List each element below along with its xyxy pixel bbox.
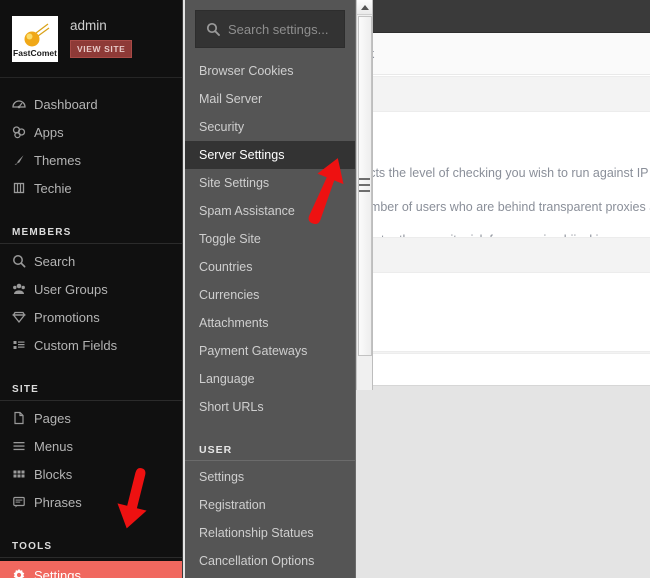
settings-item-countries[interactable]: Countries xyxy=(185,253,355,281)
setting-row-title: eck xyxy=(354,33,650,75)
settings-item-payment-gateways[interactable]: Payment Gateways xyxy=(185,337,355,365)
sidebar-section-site: SITE xyxy=(0,371,182,401)
settings-item-toggle-site[interactable]: Toggle Site xyxy=(185,225,355,253)
dashboard-icon xyxy=(12,97,34,111)
menu-icon xyxy=(12,439,34,453)
scroll-up-button[interactable] xyxy=(357,0,372,15)
sidebar-item-blocks[interactable]: Blocks xyxy=(0,460,182,488)
settings-form-sheet: eck flects the level of checking you wis… xyxy=(354,33,650,387)
form-band-2 xyxy=(370,237,650,273)
sidebar-item-themes[interactable]: Themes xyxy=(0,146,182,174)
settings-search-box[interactable] xyxy=(195,10,404,48)
sidebar-section-tools: TOOLS xyxy=(0,528,182,558)
brush-icon xyxy=(12,153,34,167)
brand-text-block: admin VIEW SITE xyxy=(70,18,133,58)
settings-search-wrap xyxy=(185,0,404,48)
techie-icon xyxy=(12,181,34,195)
sidebar-item-phrases[interactable]: Phrases xyxy=(0,488,182,516)
search-input[interactable] xyxy=(228,21,404,37)
sidebar-spacer-top xyxy=(0,78,182,90)
view-site-button[interactable]: VIEW SITE xyxy=(70,39,133,58)
sidebar-item-menus[interactable]: Menus xyxy=(0,432,182,460)
list-icon xyxy=(12,338,34,352)
sidebar-item-search[interactable]: Search xyxy=(0,247,182,275)
phrases-icon xyxy=(12,495,34,509)
settings-panel: Browser Cookies Mail Server Security Ser… xyxy=(185,0,404,578)
sidebar-item-label: Phrases xyxy=(34,494,82,510)
settings-list: Browser Cookies Mail Server Security Ser… xyxy=(185,57,355,575)
settings-item-browser-cookies[interactable]: Browser Cookies xyxy=(185,57,355,85)
brand-block: FastComet admin VIEW SITE xyxy=(0,0,182,78)
main-sidebar: FastComet admin VIEW SITE Dashboard Apps xyxy=(0,0,183,578)
fastcomet-comet-logo: FastComet xyxy=(12,15,58,62)
drag-grip-icon[interactable] xyxy=(359,178,370,192)
search-icon xyxy=(12,254,34,268)
sidebar-item-label: Menus xyxy=(34,438,74,454)
content-footer-area xyxy=(370,385,650,578)
sidebar-item-label: Promotions xyxy=(34,309,100,325)
setting-description-2: number of users who are behind transpare… xyxy=(356,200,650,214)
sidebar-item-label: Dashboard xyxy=(34,96,98,112)
panel-spacer xyxy=(185,421,355,435)
settings-item-registration[interactable]: Registration xyxy=(185,491,355,519)
setting-description-1: flects the level of checking you wish to… xyxy=(356,166,650,180)
svg-text:FastComet: FastComet xyxy=(13,48,57,58)
sidebar-section-members: MEMBERS xyxy=(0,214,182,244)
sidebar-item-label: Techie xyxy=(34,180,72,196)
settings-item-relationship-statues[interactable]: Relationship Statues xyxy=(185,519,355,547)
sidebar-item-label: Blocks xyxy=(34,466,73,482)
content-scrollbar[interactable] xyxy=(356,0,373,390)
settings-item-mail-server[interactable]: Mail Server xyxy=(185,85,355,113)
sidebar-item-promotions[interactable]: Promotions xyxy=(0,303,182,331)
settings-item-site-settings[interactable]: Site Settings xyxy=(185,169,355,197)
admin-username: admin xyxy=(70,18,107,34)
gear-icon xyxy=(12,568,34,578)
sidebar-item-user-groups[interactable]: User Groups xyxy=(0,275,182,303)
settings-item-security[interactable]: Security xyxy=(185,113,355,141)
search-icon xyxy=(206,22,220,36)
diamond-icon xyxy=(12,310,34,324)
sidebar-item-dashboard[interactable]: Dashboard xyxy=(0,90,182,118)
sidebar-item-pages[interactable]: Pages xyxy=(0,404,182,432)
settings-item-spam-assistance[interactable]: Spam Assistance xyxy=(185,197,355,225)
settings-section-user: USER xyxy=(185,435,355,461)
content-header-bar xyxy=(370,0,650,33)
users-icon xyxy=(12,282,34,296)
settings-item-short-urls[interactable]: Short URLs xyxy=(185,393,355,421)
sidebar-item-label: User Groups xyxy=(34,281,108,297)
settings-item-attachments[interactable]: Attachments xyxy=(185,309,355,337)
settings-item-server-settings[interactable]: Server Settings xyxy=(185,141,355,169)
sidebar-spacer-members xyxy=(0,202,182,214)
sidebar-item-label: Settings xyxy=(34,567,81,578)
form-row-bottom xyxy=(370,353,650,385)
settings-item-cancellation-options[interactable]: Cancellation Options xyxy=(185,547,355,575)
settings-item-language[interactable]: Language xyxy=(185,365,355,393)
page-icon xyxy=(12,411,34,425)
settings-item-user-settings[interactable]: Settings xyxy=(185,463,355,491)
form-band-1 xyxy=(370,76,650,112)
sidebar-item-settings[interactable]: Settings xyxy=(0,561,182,578)
settings-item-currencies[interactable]: Currencies xyxy=(185,281,355,309)
apps-icon xyxy=(12,125,34,139)
sidebar-item-label: Themes xyxy=(34,152,81,168)
sidebar-spacer-site xyxy=(0,359,182,371)
sidebar-item-apps[interactable]: Apps xyxy=(0,118,182,146)
sidebar-item-label: Search xyxy=(34,253,76,269)
scroll-up-arrow-icon xyxy=(360,4,369,10)
sidebar-item-label: Apps xyxy=(34,124,64,140)
blocks-icon xyxy=(12,467,34,481)
sidebar-item-custom-fields[interactable]: Custom Fields xyxy=(0,331,182,359)
sidebar-item-label: Pages xyxy=(34,410,71,426)
sidebar-item-label: Custom Fields xyxy=(34,337,118,353)
admin-panel-screen: eck flects the level of checking you wis… xyxy=(0,0,650,578)
sidebar-item-techie[interactable]: Techie xyxy=(0,174,182,202)
sidebar-spacer-tools xyxy=(0,516,182,528)
